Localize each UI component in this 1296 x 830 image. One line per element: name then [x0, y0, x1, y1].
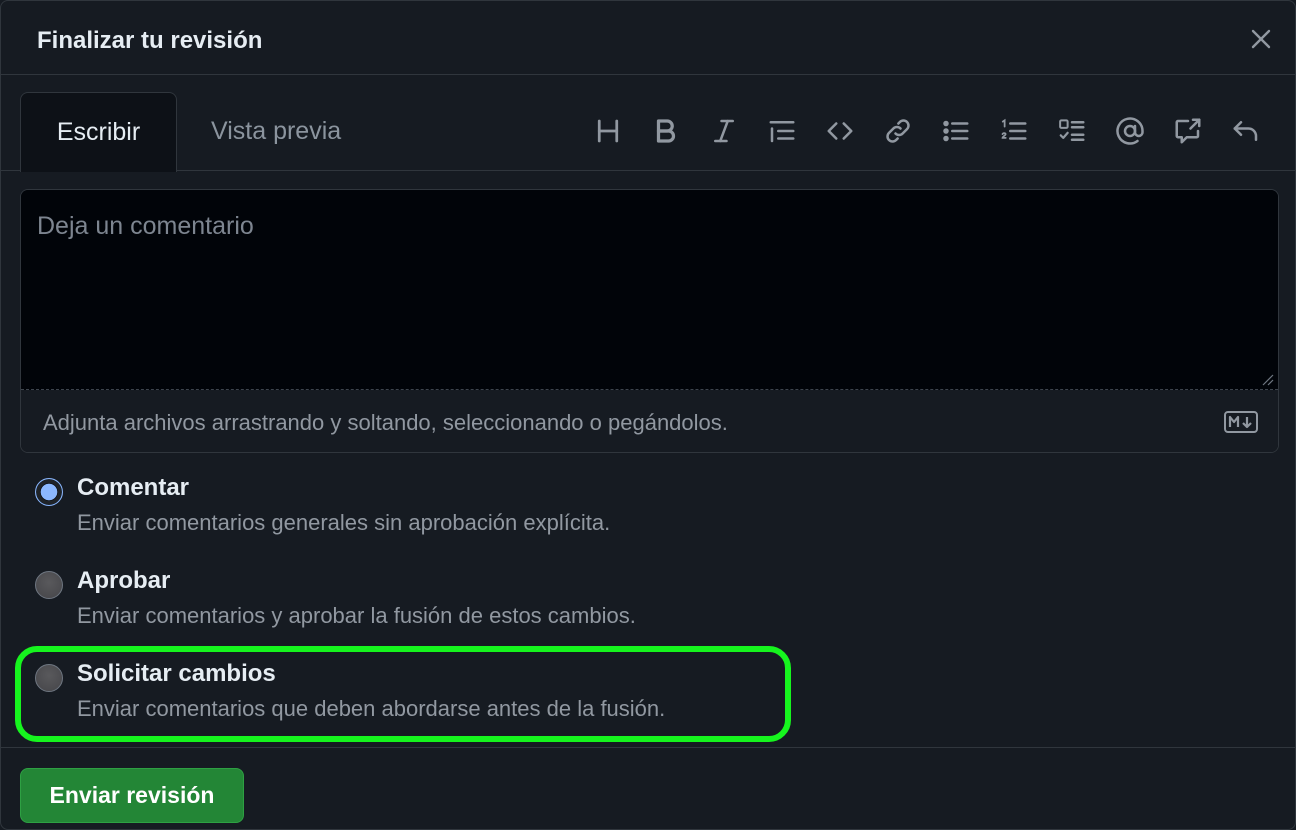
comment-textarea[interactable]	[21, 190, 1278, 390]
attach-files-hint[interactable]: Adjunta archivos arrastrando y soltando,…	[43, 410, 728, 436]
mention-button[interactable]	[1111, 112, 1149, 150]
quote-button[interactable]	[763, 112, 801, 150]
dialog-title: Finalizar tu revisión	[37, 27, 263, 54]
code-icon	[827, 122, 853, 140]
mention-icon	[1116, 117, 1144, 145]
reference-icon	[1175, 118, 1201, 144]
task-list-button[interactable]	[1053, 112, 1091, 150]
close-icon[interactable]	[1249, 27, 1273, 51]
bulleted-list-icon	[943, 120, 969, 142]
link-button[interactable]	[879, 112, 917, 150]
attach-files-bar[interactable]: Adjunta archivos arrastrando y soltando,…	[21, 390, 1278, 452]
task-list-icon	[1059, 119, 1085, 141]
code-button[interactable]	[821, 112, 859, 150]
review-dialog: Finalizar tu revisión Escribir Vista pre…	[0, 0, 1296, 830]
markdown-icon	[1224, 411, 1258, 433]
submit-review-button[interactable]: Enviar revisión	[20, 768, 244, 823]
formatting-toolbar	[589, 112, 1265, 150]
undo-icon	[1233, 121, 1258, 141]
numbered-list-icon	[1001, 118, 1027, 140]
radio-comment[interactable]	[35, 478, 63, 506]
resize-handle-icon[interactable]	[1260, 372, 1274, 386]
bold-button[interactable]	[647, 112, 685, 150]
comment-editor: Adjunta archivos arrastrando y soltando,…	[20, 189, 1279, 453]
bold-icon	[656, 119, 676, 143]
option-approve-description: Enviar comentarios y aprobar la fusión d…	[77, 603, 636, 628]
editor-tabbar: Escribir Vista previa	[1, 75, 1295, 172]
highlight-box	[15, 646, 791, 742]
option-comment-title: Comentar	[77, 474, 190, 501]
heading-icon	[597, 119, 619, 143]
undo-button[interactable]	[1227, 112, 1265, 150]
italic-button[interactable]	[705, 112, 743, 150]
tab-write[interactable]: Escribir	[20, 92, 177, 172]
bulleted-list-button[interactable]	[937, 112, 975, 150]
tab-preview[interactable]: Vista previa	[211, 117, 341, 146]
footer-divider	[1, 747, 1295, 748]
tabbar-divider	[1, 170, 1295, 171]
option-comment-description: Enviar comentarios generales sin aprobac…	[77, 510, 611, 535]
radio-approve[interactable]	[35, 571, 63, 599]
quote-icon	[769, 121, 795, 143]
italic-icon	[714, 119, 734, 143]
dialog-header: Finalizar tu revisión	[1, 1, 1295, 75]
link-icon	[886, 119, 910, 143]
numbered-list-button[interactable]	[995, 112, 1033, 150]
option-approve-title: Aprobar	[77, 567, 171, 594]
heading-button[interactable]	[589, 112, 627, 150]
reference-button[interactable]	[1169, 112, 1207, 150]
